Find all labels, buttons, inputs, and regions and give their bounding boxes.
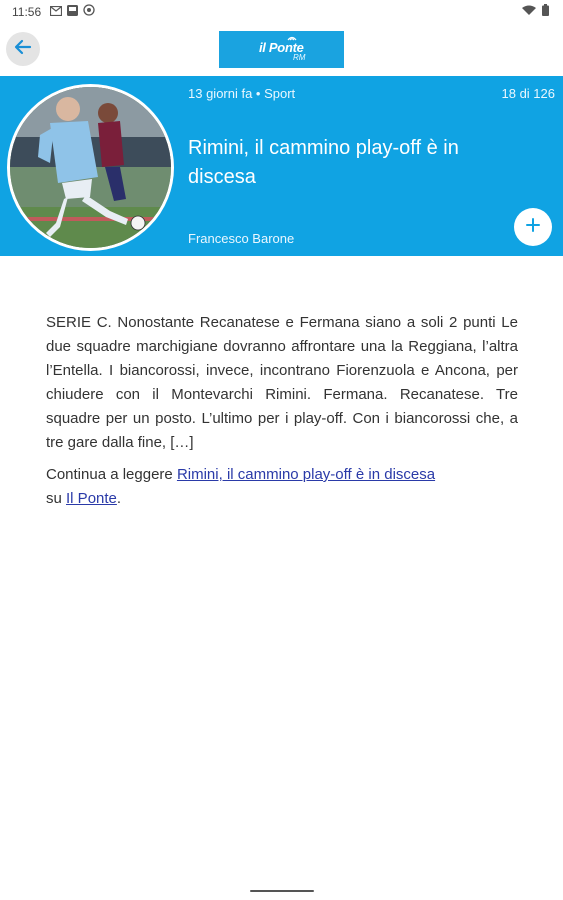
continue-reading: Continua a leggere Rimini, il cammino pl… <box>46 463 518 511</box>
signal-icon <box>287 36 297 41</box>
logo-subtext: RM <box>293 53 306 62</box>
continue-prefix: Continua a leggere <box>46 466 177 483</box>
continue-mid: su <box>46 490 67 507</box>
article-meta: 13 giorni fa • Sport <box>188 86 296 101</box>
football-photo-illustration <box>10 87 171 248</box>
arrow-left-icon <box>14 38 32 61</box>
article-photo[interactable] <box>7 84 174 251</box>
source-link[interactable]: Il Ponte <box>66 490 117 507</box>
article-title: Rimini, il cammino play-off è in discesa <box>188 137 459 188</box>
battery-icon <box>542 4 549 19</box>
article-counter: 18 di 126 <box>501 86 556 101</box>
photo-icon <box>67 4 78 19</box>
article-author: Francesco Barone <box>188 231 295 246</box>
notification-icons <box>49 4 95 19</box>
wifi-icon <box>522 5 536 19</box>
continue-suffix: . <box>116 490 122 507</box>
app-bar: il Ponte RM <box>0 24 563 76</box>
add-button[interactable] <box>514 208 552 246</box>
home-indicator[interactable] <box>250 890 314 892</box>
article-paragraph: SERIE C. Nonostante Recanatese e Fermana… <box>46 314 518 451</box>
system-icons <box>522 4 549 19</box>
article-header: 13 giorni fa • Sport 18 di 126 Rimini, i… <box>0 76 563 256</box>
status-time: 11:56 <box>12 5 42 19</box>
continue-reading-link[interactable]: Rimini, il cammino play-off è in discesa <box>177 466 435 483</box>
plus-icon <box>526 217 540 237</box>
app-logo: il Ponte RM <box>219 31 344 68</box>
camera-icon <box>83 4 95 19</box>
gmail-icon <box>49 5 63 19</box>
status-bar: 11:56 <box>0 0 563 24</box>
article-body: SERIE C. Nonostante Recanatese e Fermana… <box>46 311 518 519</box>
back-button[interactable] <box>6 32 40 66</box>
